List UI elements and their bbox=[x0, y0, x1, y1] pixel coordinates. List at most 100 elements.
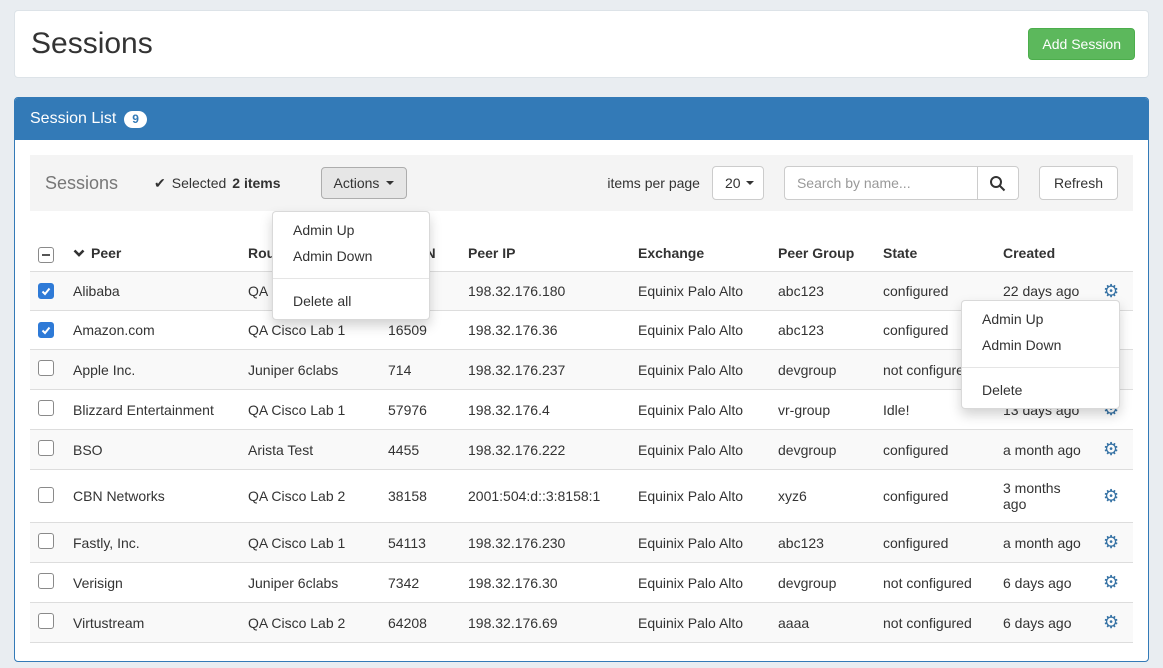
cell-peer-group: devgroup bbox=[770, 430, 875, 470]
cell-row-actions: ⚙ bbox=[1095, 523, 1133, 563]
items-per-page-select[interactable]: 20 bbox=[712, 166, 764, 200]
selected-count: 2 items bbox=[232, 175, 280, 191]
gear-icon[interactable]: ⚙ bbox=[1103, 441, 1119, 457]
cell-peer-group: devgroup bbox=[770, 350, 875, 390]
cell-peer-group: aaaa bbox=[770, 603, 875, 643]
add-session-button[interactable]: Add Session bbox=[1028, 28, 1135, 60]
column-header-peer-group[interactable]: Peer Group bbox=[770, 235, 875, 272]
menu-divider bbox=[962, 367, 1119, 368]
menu-item-admin-down[interactable]: Admin Down bbox=[273, 243, 429, 269]
search-group bbox=[784, 166, 1019, 200]
cell-row-actions: ⚙ bbox=[1095, 470, 1133, 523]
search-button[interactable] bbox=[977, 166, 1019, 200]
cell-peer-ip: 2001:504:d::3:8158:1 bbox=[460, 470, 630, 523]
caret-down-icon bbox=[386, 181, 394, 185]
toolbar: Sessions ✔ Selected 2 items Actions item… bbox=[30, 155, 1133, 211]
table-row: BSOArista Test4455198.32.176.222Equinix … bbox=[30, 430, 1133, 470]
checkmark-icon bbox=[40, 285, 52, 297]
cell-created: a month ago bbox=[995, 523, 1095, 563]
row-checkbox[interactable] bbox=[38, 360, 54, 376]
cell-asn: 54113 bbox=[380, 523, 460, 563]
items-per-page-value: 20 bbox=[725, 175, 741, 191]
cell-peer-group: abc123 bbox=[770, 272, 875, 311]
row-checkbox[interactable] bbox=[38, 283, 54, 299]
select-all-checkbox[interactable] bbox=[38, 247, 54, 263]
row-checkbox[interactable] bbox=[38, 533, 54, 549]
toolbar-title: Sessions bbox=[45, 173, 118, 194]
cell-checkbox bbox=[30, 272, 65, 311]
gear-icon[interactable]: ⚙ bbox=[1103, 488, 1119, 504]
check-icon: ✔ bbox=[154, 175, 166, 192]
cell-peer: BSO bbox=[65, 430, 240, 470]
cell-asn: 57976 bbox=[380, 390, 460, 430]
table-row: Fastly, Inc.QA Cisco Lab 154113198.32.17… bbox=[30, 523, 1133, 563]
table-row: CBN NetworksQA Cisco Lab 2381582001:504:… bbox=[30, 470, 1133, 523]
row-checkbox[interactable] bbox=[38, 613, 54, 629]
cell-peer-ip: 198.32.176.180 bbox=[460, 272, 630, 311]
cell-router: Juniper 6clabs bbox=[240, 350, 380, 390]
cell-exchange: Equinix Palo Alto bbox=[630, 311, 770, 350]
cell-peer: Virtustream bbox=[65, 603, 240, 643]
menu-item-admin-up[interactable]: Admin Up bbox=[273, 217, 429, 243]
cell-state: configured bbox=[875, 430, 995, 470]
items-per-page-label: items per page bbox=[607, 175, 700, 191]
checkmark-icon bbox=[40, 324, 52, 336]
cell-checkbox bbox=[30, 311, 65, 350]
cell-created: 3 months ago bbox=[995, 470, 1095, 523]
cell-peer-ip: 198.32.176.4 bbox=[460, 390, 630, 430]
sort-descending-icon bbox=[73, 249, 85, 257]
cell-state: configured bbox=[875, 523, 995, 563]
row-checkbox[interactable] bbox=[38, 322, 54, 338]
column-header-exchange[interactable]: Exchange bbox=[630, 235, 770, 272]
column-header-peer-ip[interactable]: Peer IP bbox=[460, 235, 630, 272]
row-checkbox[interactable] bbox=[38, 400, 54, 416]
row-checkbox[interactable] bbox=[38, 440, 54, 456]
cell-router: Juniper 6clabs bbox=[240, 563, 380, 603]
selected-prefix: Selected bbox=[172, 175, 226, 191]
indeterminate-mark bbox=[42, 254, 50, 256]
column-header-state[interactable]: State bbox=[875, 235, 995, 272]
cell-exchange: Equinix Palo Alto bbox=[630, 523, 770, 563]
cell-exchange: Equinix Palo Alto bbox=[630, 430, 770, 470]
cell-state: not configured bbox=[875, 563, 995, 603]
column-header-peer[interactable]: Peer bbox=[65, 235, 240, 272]
cell-peer-ip: 198.32.176.237 bbox=[460, 350, 630, 390]
cell-exchange: Equinix Palo Alto bbox=[630, 350, 770, 390]
refresh-button[interactable]: Refresh bbox=[1039, 166, 1118, 200]
table-header-row: Peer Router ASN Peer IP Exchange Peer Gr… bbox=[30, 235, 1133, 272]
actions-dropdown-menu: Admin UpAdmin Down Delete all bbox=[272, 211, 430, 320]
cell-asn: 4455 bbox=[380, 430, 460, 470]
actions-button-label: Actions bbox=[334, 175, 380, 191]
session-count-badge: 9 bbox=[124, 111, 147, 128]
cell-exchange: Equinix Palo Alto bbox=[630, 272, 770, 311]
cell-checkbox bbox=[30, 563, 65, 603]
page-title: Sessions bbox=[31, 27, 153, 61]
cell-peer-ip: 198.32.176.36 bbox=[460, 311, 630, 350]
gear-icon[interactable]: ⚙ bbox=[1103, 574, 1119, 590]
column-header-created[interactable]: Created bbox=[995, 235, 1095, 272]
menu-item-admin-down[interactable]: Admin Down bbox=[962, 332, 1119, 358]
column-header-actions bbox=[1095, 235, 1133, 272]
row-checkbox[interactable] bbox=[38, 573, 54, 589]
cell-peer: CBN Networks bbox=[65, 470, 240, 523]
cell-created: 6 days ago bbox=[995, 563, 1095, 603]
cell-peer: Apple Inc. bbox=[65, 350, 240, 390]
menu-item-delete-all[interactable]: Delete all bbox=[273, 288, 429, 314]
cell-row-actions: ⚙ bbox=[1095, 430, 1133, 470]
actions-button[interactable]: Actions bbox=[321, 167, 408, 199]
page-header: Sessions Add Session bbox=[14, 10, 1149, 78]
cell-checkbox bbox=[30, 350, 65, 390]
cell-router: QA Cisco Lab 1 bbox=[240, 390, 380, 430]
row-checkbox[interactable] bbox=[38, 487, 54, 503]
search-input[interactable] bbox=[784, 166, 977, 200]
gear-icon[interactable]: ⚙ bbox=[1103, 614, 1119, 630]
search-icon bbox=[989, 175, 1006, 192]
panel-title: Session List bbox=[30, 110, 116, 128]
menu-item-delete[interactable]: Delete bbox=[962, 377, 1119, 403]
menu-item-admin-up[interactable]: Admin Up bbox=[962, 306, 1119, 332]
selected-items-status: ✔ Selected 2 items bbox=[154, 175, 280, 192]
cell-peer: Verisign bbox=[65, 563, 240, 603]
cell-peer-ip: 198.32.176.230 bbox=[460, 523, 630, 563]
gear-icon[interactable]: ⚙ bbox=[1103, 534, 1119, 550]
gear-icon[interactable]: ⚙ bbox=[1103, 283, 1119, 299]
